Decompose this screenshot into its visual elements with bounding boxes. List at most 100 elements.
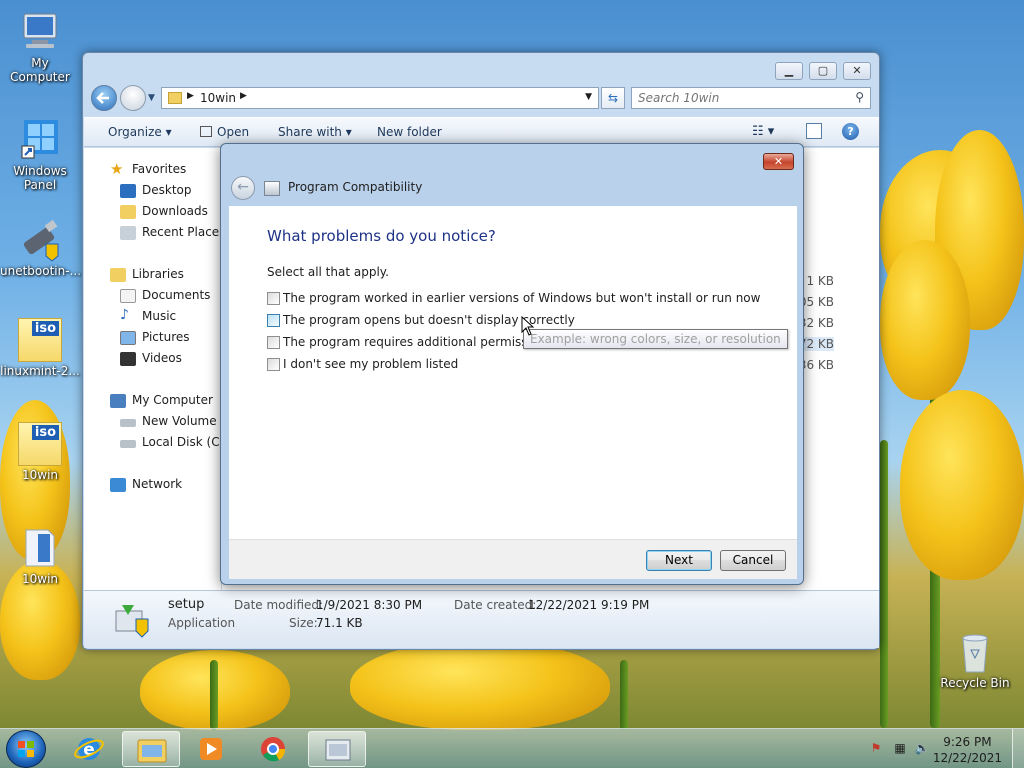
close-button[interactable]: ✕ [843, 62, 871, 80]
refresh-icon: ⇆ [607, 91, 619, 105]
internet-explorer-icon: e [74, 738, 104, 760]
checkbox[interactable] [267, 336, 280, 349]
option-label: The program requires additional permissi… [283, 335, 553, 349]
refresh-button[interactable]: ⇆ [601, 87, 625, 109]
documents-icon [120, 289, 136, 303]
minimize-button[interactable]: ▁ [775, 62, 803, 80]
drive-icon [120, 419, 136, 427]
windows-logo-icon [18, 741, 34, 757]
desktop-icon [120, 184, 136, 198]
network-icon [110, 478, 126, 492]
file-type: Application [168, 616, 236, 630]
open-button[interactable]: Open [200, 125, 249, 139]
folder-icon [137, 739, 167, 763]
file-size: 1 KB [806, 274, 834, 288]
option-tooltip: Example: wrong colors, size, or resoluti… [523, 329, 788, 349]
dialog-close-button[interactable]: ✕ [763, 153, 794, 170]
music-icon: ♪ [120, 307, 129, 323]
downloads-icon [120, 205, 136, 219]
share-with-button[interactable]: Share with ▾ [278, 125, 352, 139]
desktop-icon-unetbootin[interactable]: unetbootin-... [0, 218, 82, 278]
option-label: I don't see my problem listed [283, 357, 459, 371]
checkbox[interactable] [267, 358, 280, 371]
tulip-stem [210, 660, 218, 730]
new-folder-button[interactable]: New folder [377, 125, 442, 139]
usb-drive-icon [18, 218, 62, 262]
file-name: setup [168, 597, 205, 612]
taskbar-media-player[interactable] [182, 731, 240, 767]
file-size: 05 KB [798, 295, 834, 309]
start-button[interactable] [6, 730, 46, 768]
taskbar: e ⚑ ▦ 🔈 9:26 PM 12/22/2021 [0, 728, 1024, 768]
tulip [900, 390, 1024, 580]
dialog-title: Program Compatibility [288, 180, 423, 194]
desktop-icon-linuxmint[interactable]: iso linuxmint-2... [0, 318, 80, 378]
computer-icon [110, 394, 126, 408]
date-modified-value: 1/9/2021 8:30 PM [316, 598, 423, 612]
desktop-icon-recycle-bin[interactable]: Recycle Bin [935, 630, 1015, 690]
show-desktop-button[interactable] [1012, 729, 1024, 768]
help-icon[interactable]: ? [842, 123, 859, 140]
program-compatibility-icon [325, 739, 351, 761]
preview-pane-icon[interactable] [806, 123, 822, 139]
desktop-icon-label: Recycle Bin [940, 676, 1010, 690]
desktop-icon-label: 10win [21, 468, 59, 482]
videos-icon [120, 352, 136, 366]
network-tray-icon[interactable]: ▦ [892, 741, 908, 757]
chrome-icon [261, 737, 286, 762]
back-arrow-icon [96, 92, 109, 104]
desktop-icon-label: linuxmint-2... [0, 364, 80, 378]
recent-pages-dropdown[interactable]: ▼ [148, 93, 155, 103]
iso-badge: iso [31, 321, 59, 336]
volume-icon[interactable]: 🔈 [914, 741, 930, 757]
dialog-back-button[interactable]: ← [231, 176, 255, 200]
iso-file-icon: iso [18, 318, 62, 362]
back-button[interactable] [91, 85, 117, 111]
cancel-button[interactable]: Cancel [720, 550, 786, 571]
windows-panel-icon [18, 118, 62, 162]
taskbar-windows-explorer[interactable] [122, 731, 180, 767]
breadcrumb[interactable]: 10win [200, 91, 236, 105]
action-center-icon[interactable]: ⚑ [868, 741, 884, 757]
iso-file-icon: iso [18, 422, 62, 466]
address-bar[interactable]: ▶ 10win ▶ ▼ [161, 87, 599, 109]
desktop-icon-label: My Computer [10, 56, 70, 84]
system-clock[interactable]: 9:26 PM 12/22/2021 [933, 734, 1002, 766]
star-icon: ★ [110, 160, 124, 178]
computer-icon [18, 10, 62, 54]
search-input[interactable] [632, 88, 842, 108]
date-created-value: 12/22/2021 9:19 PM [528, 598, 650, 612]
checkbox[interactable] [267, 314, 280, 327]
search-box[interactable]: ⚲ [631, 87, 871, 109]
dialog-instruction: Select all that apply. [267, 265, 389, 279]
clock-date: 12/22/2021 [932, 751, 1002, 765]
next-button[interactable]: Next [646, 550, 712, 571]
taskbar-internet-explorer[interactable]: e [60, 731, 118, 767]
view-options-icon[interactable]: ☷ ▾ [752, 124, 774, 139]
desktop-icon-windows-panel[interactable]: Windows Panel [0, 118, 80, 192]
desktop-icon-10win-iso[interactable]: iso 10win [0, 422, 80, 482]
folder-icon [168, 92, 182, 104]
desktop-icon-label: unetbootin-... [0, 264, 82, 278]
size-value: 71.1 KB [316, 616, 363, 630]
maximize-button[interactable]: ▢ [809, 62, 837, 80]
address-dropdown-icon[interactable]: ▼ [585, 92, 592, 102]
organize-button[interactable]: Organize ▾ [108, 125, 172, 139]
taskbar-program-compatibility[interactable] [308, 731, 366, 767]
forward-button[interactable] [120, 85, 146, 111]
recent-places-icon [120, 226, 136, 240]
checkbox[interactable] [267, 292, 280, 305]
file-size: 32 KB [798, 316, 834, 330]
breadcrumb-chevron-icon: ▶ [240, 91, 247, 101]
recycle-bin-icon [953, 630, 997, 674]
iso-badge: iso [31, 425, 59, 440]
program-compatibility-dialog: ✕ ← Program Compatibility What problems … [220, 143, 804, 585]
desktop-icon-my-computer[interactable]: My Computer [0, 10, 80, 84]
drive-icon [120, 440, 136, 448]
desktop-icon-10win-folder[interactable]: 10win [0, 526, 80, 586]
file-size: 36 KB [798, 358, 834, 372]
search-icon[interactable]: ⚲ [855, 90, 864, 104]
taskbar-chrome[interactable] [244, 731, 302, 767]
folder-icon [18, 526, 62, 570]
navigation-pane: ★ Favorites Desktop Downloads Recent Plac… [84, 148, 233, 590]
